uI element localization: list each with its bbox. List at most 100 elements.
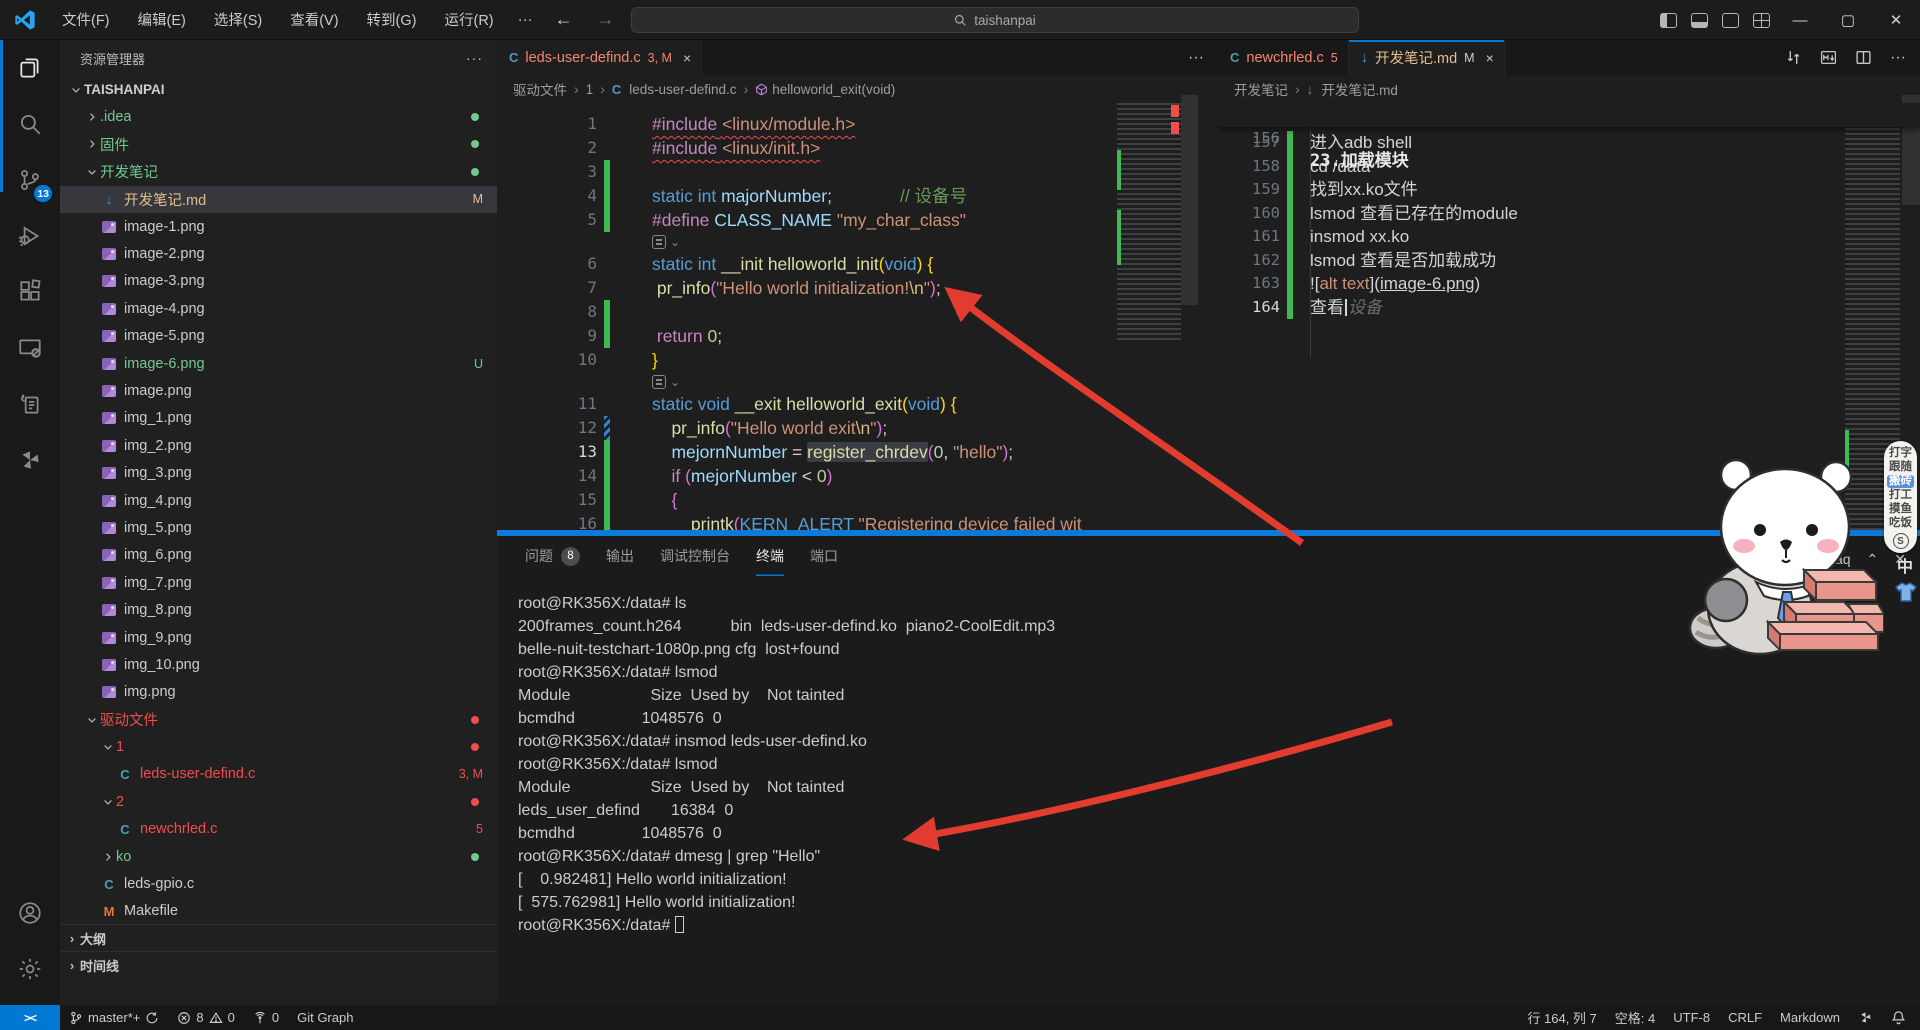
indentation[interactable]: 空格: 4 [1606, 1005, 1664, 1030]
code-line-6[interactable]: 6static int __init helloworld_init(void)… [497, 252, 1218, 276]
code-line-1[interactable]: 1#include <linux/module.h> [497, 112, 1218, 136]
ai-status-icon[interactable] [1849, 1005, 1882, 1030]
minimize-button[interactable]: — [1776, 0, 1824, 40]
code-line-11[interactable]: 11static void __exit helloworld_exit(voi… [497, 392, 1218, 416]
ai-assistant-pinwheel-icon[interactable] [0, 432, 60, 488]
pet-menu[interactable]: 打字跟随搬砖打工摸鱼吃饭S [1884, 441, 1917, 553]
problems-status[interactable]: 8 0 [168, 1005, 243, 1030]
settings-gear-icon[interactable] [0, 941, 60, 997]
tree-item-leds-gpio.c[interactable]: Cleds-gpio.c [60, 870, 497, 897]
language-mode[interactable]: Markdown [1771, 1005, 1849, 1030]
panel-tab-输出[interactable]: 输出 [606, 536, 634, 576]
explorer-more-actions[interactable]: ··· [466, 50, 483, 66]
tree-item-TAISHANPAI[interactable]: TAISHANPAI [60, 76, 497, 103]
tree-item-img_5.png[interactable]: img_5.png [60, 514, 497, 541]
tree-item-img_8.png[interactable]: img_8.png [60, 596, 497, 623]
breadcrumb-item[interactable]: leds-user-defind.c [629, 82, 736, 97]
code-line-4[interactable]: 4static int majorNumber; // 设备号 [497, 184, 1218, 208]
nav-forward-button[interactable]: → [585, 7, 627, 32]
code-line-8[interactable]: 8 [497, 300, 1218, 324]
tree-item-image-5.png[interactable]: image-5.png [60, 323, 497, 350]
panel-tab-调试控制台[interactable]: 调试控制台 [660, 536, 730, 576]
code-line-15[interactable]: 15 { [497, 488, 1218, 512]
codelens-row[interactable]: ⌄ [497, 232, 1218, 252]
maximize-button[interactable]: ▢ [1824, 0, 1872, 40]
breadcrumb-item[interactable]: 开发笔记 [1234, 79, 1288, 99]
tree-item-.idea[interactable]: .idea [60, 103, 497, 130]
pet-language-toggle[interactable]: 中 [1897, 553, 1913, 577]
code-line-14[interactable]: 14 if (mejorNumber < 0) [497, 464, 1218, 488]
code-line-7[interactable]: 7 pr_info("Hello world initialization!\n… [497, 276, 1218, 300]
menu-more-button[interactable]: ··· [508, 6, 543, 33]
terminal-output[interactable]: root@RK356X:/data# ls200frames_count.h26… [518, 592, 1055, 937]
code-line-16[interactable]: 16 printk(KERN_ALERT "Registering device… [497, 512, 1218, 530]
code-line-10[interactable]: 10} [497, 348, 1218, 372]
nav-back-button[interactable]: ← [543, 7, 585, 32]
tree-item-Makefile[interactable]: MMakefile [60, 898, 497, 925]
tree-item-img_10.png[interactable]: img_10.png [60, 651, 497, 678]
breadcrumb-item[interactable]: 开发笔记.md [1321, 79, 1398, 99]
panel-tab-端口[interactable]: 端口 [810, 536, 838, 576]
pet-sticker[interactable] [1688, 450, 1884, 655]
notifications-bell-icon[interactable] [1882, 1005, 1920, 1030]
run-debug-icon[interactable] [0, 208, 60, 264]
tree-item-2[interactable]: 2 [60, 788, 497, 815]
md-line-160[interactable]: 160lsmod 查看已存在的module [1218, 202, 1920, 226]
md-line-159[interactable]: 159找到xx.ko文件 [1218, 178, 1920, 202]
split-editor-icon[interactable] [1855, 49, 1872, 66]
pet-menu-item-跟随[interactable]: 跟随 [1887, 461, 1914, 474]
tree-item-ko[interactable]: ko [60, 843, 497, 870]
tree-item-img_7.png[interactable]: img_7.png [60, 569, 497, 596]
tree-item-img_4.png[interactable]: img_4.png [60, 487, 497, 514]
md-line-163[interactable]: 163![alt text](image-6.png) [1218, 272, 1920, 296]
code-line-9[interactable]: 9 return 0; [497, 324, 1218, 348]
tree-item-img_1.png[interactable]: img_1.png [60, 405, 497, 432]
outline-section[interactable]: ›大纲 [60, 924, 497, 951]
breadcrumb-left[interactable]: 驱动文件›1›Cleds-user-defind.c›helloworld_ex… [497, 75, 1218, 103]
md-line-161[interactable]: 161insmod xx.ko [1218, 225, 1920, 249]
command-center-search[interactable]: taishanpai [631, 7, 1359, 33]
md-line-164[interactable]: 164查看设备 [1218, 296, 1920, 320]
code-line-3[interactable]: 3 [497, 160, 1218, 184]
menu-item-5[interactable]: 运行(R) [430, 4, 507, 35]
tree-item-开发笔记[interactable]: 开发笔记 [60, 158, 497, 185]
tree-item-img.png[interactable]: img.png [60, 679, 497, 706]
menu-item-0[interactable]: 文件(F) [48, 4, 124, 35]
tree-item-image-1.png[interactable]: image-1.png [60, 213, 497, 240]
breadcrumb-item[interactable]: 1 [586, 82, 594, 97]
toggle-sidebar-icon[interactable] [1660, 13, 1677, 28]
encoding[interactable]: UTF-8 [1664, 1005, 1719, 1030]
tree-item-image-6.png[interactable]: image-6.pngU [60, 350, 497, 377]
code-line-2[interactable]: 2#include <linux/init.h> [497, 136, 1218, 160]
tree-item-img_6.png[interactable]: img_6.png [60, 542, 497, 569]
extensions-icon[interactable] [0, 264, 60, 320]
pet-menu-item-打工[interactable]: 打工 [1887, 489, 1914, 502]
pet-menu-item-吃饭[interactable]: 吃饭 [1887, 517, 1914, 530]
tree-item-固件[interactable]: 固件 [60, 131, 497, 158]
markdown-preview-icon[interactable] [1820, 49, 1837, 66]
tree-item-img_2.png[interactable]: img_2.png [60, 432, 497, 459]
toggle-secondary-sidebar-icon[interactable] [1722, 13, 1739, 28]
explorer-icon[interactable] [0, 40, 60, 96]
minimap-left[interactable] [1117, 103, 1181, 343]
tree-item-image-2.png[interactable]: image-2.png [60, 240, 497, 267]
branch-status[interactable]: master*+ [60, 1005, 168, 1030]
tab-leds-user-defind[interactable]: C leds-user-defind.c 3, M × [497, 40, 702, 75]
menu-item-1[interactable]: 编辑(E) [124, 4, 200, 35]
remote-indicator[interactable]: >< [0, 1005, 60, 1030]
tree-item-img_9.png[interactable]: img_9.png [60, 624, 497, 651]
menu-item-2[interactable]: 选择(S) [200, 4, 276, 35]
timeline-section[interactable]: ›时间线 [60, 951, 497, 978]
pet-shirt-icon[interactable] [1894, 581, 1918, 603]
code-line-13[interactable]: 13 mejornNumber = register_chrdev(0, "he… [497, 440, 1218, 464]
breadcrumb-right[interactable]: 开发笔记›↓开发笔记.md [1218, 75, 1920, 103]
search-view-icon[interactable] [0, 96, 60, 152]
pet-menu-s-badge[interactable]: S [1893, 533, 1909, 549]
breadcrumb-item[interactable]: 驱动文件 [513, 79, 567, 99]
tree-item-leds-user-defind.c[interactable]: Cleds-user-defind.c3, M [60, 761, 497, 788]
code-line-5[interactable]: 5#define CLASS_NAME "my_char_class" [497, 208, 1218, 232]
menu-item-4[interactable]: 转到(G) [353, 4, 431, 35]
pet-menu-item-摸鱼[interactable]: 摸鱼 [1887, 503, 1914, 516]
menu-item-3[interactable]: 查看(V) [276, 4, 352, 35]
md-line-162[interactable]: 162lsmod 查看是否加载成功 [1218, 249, 1920, 273]
